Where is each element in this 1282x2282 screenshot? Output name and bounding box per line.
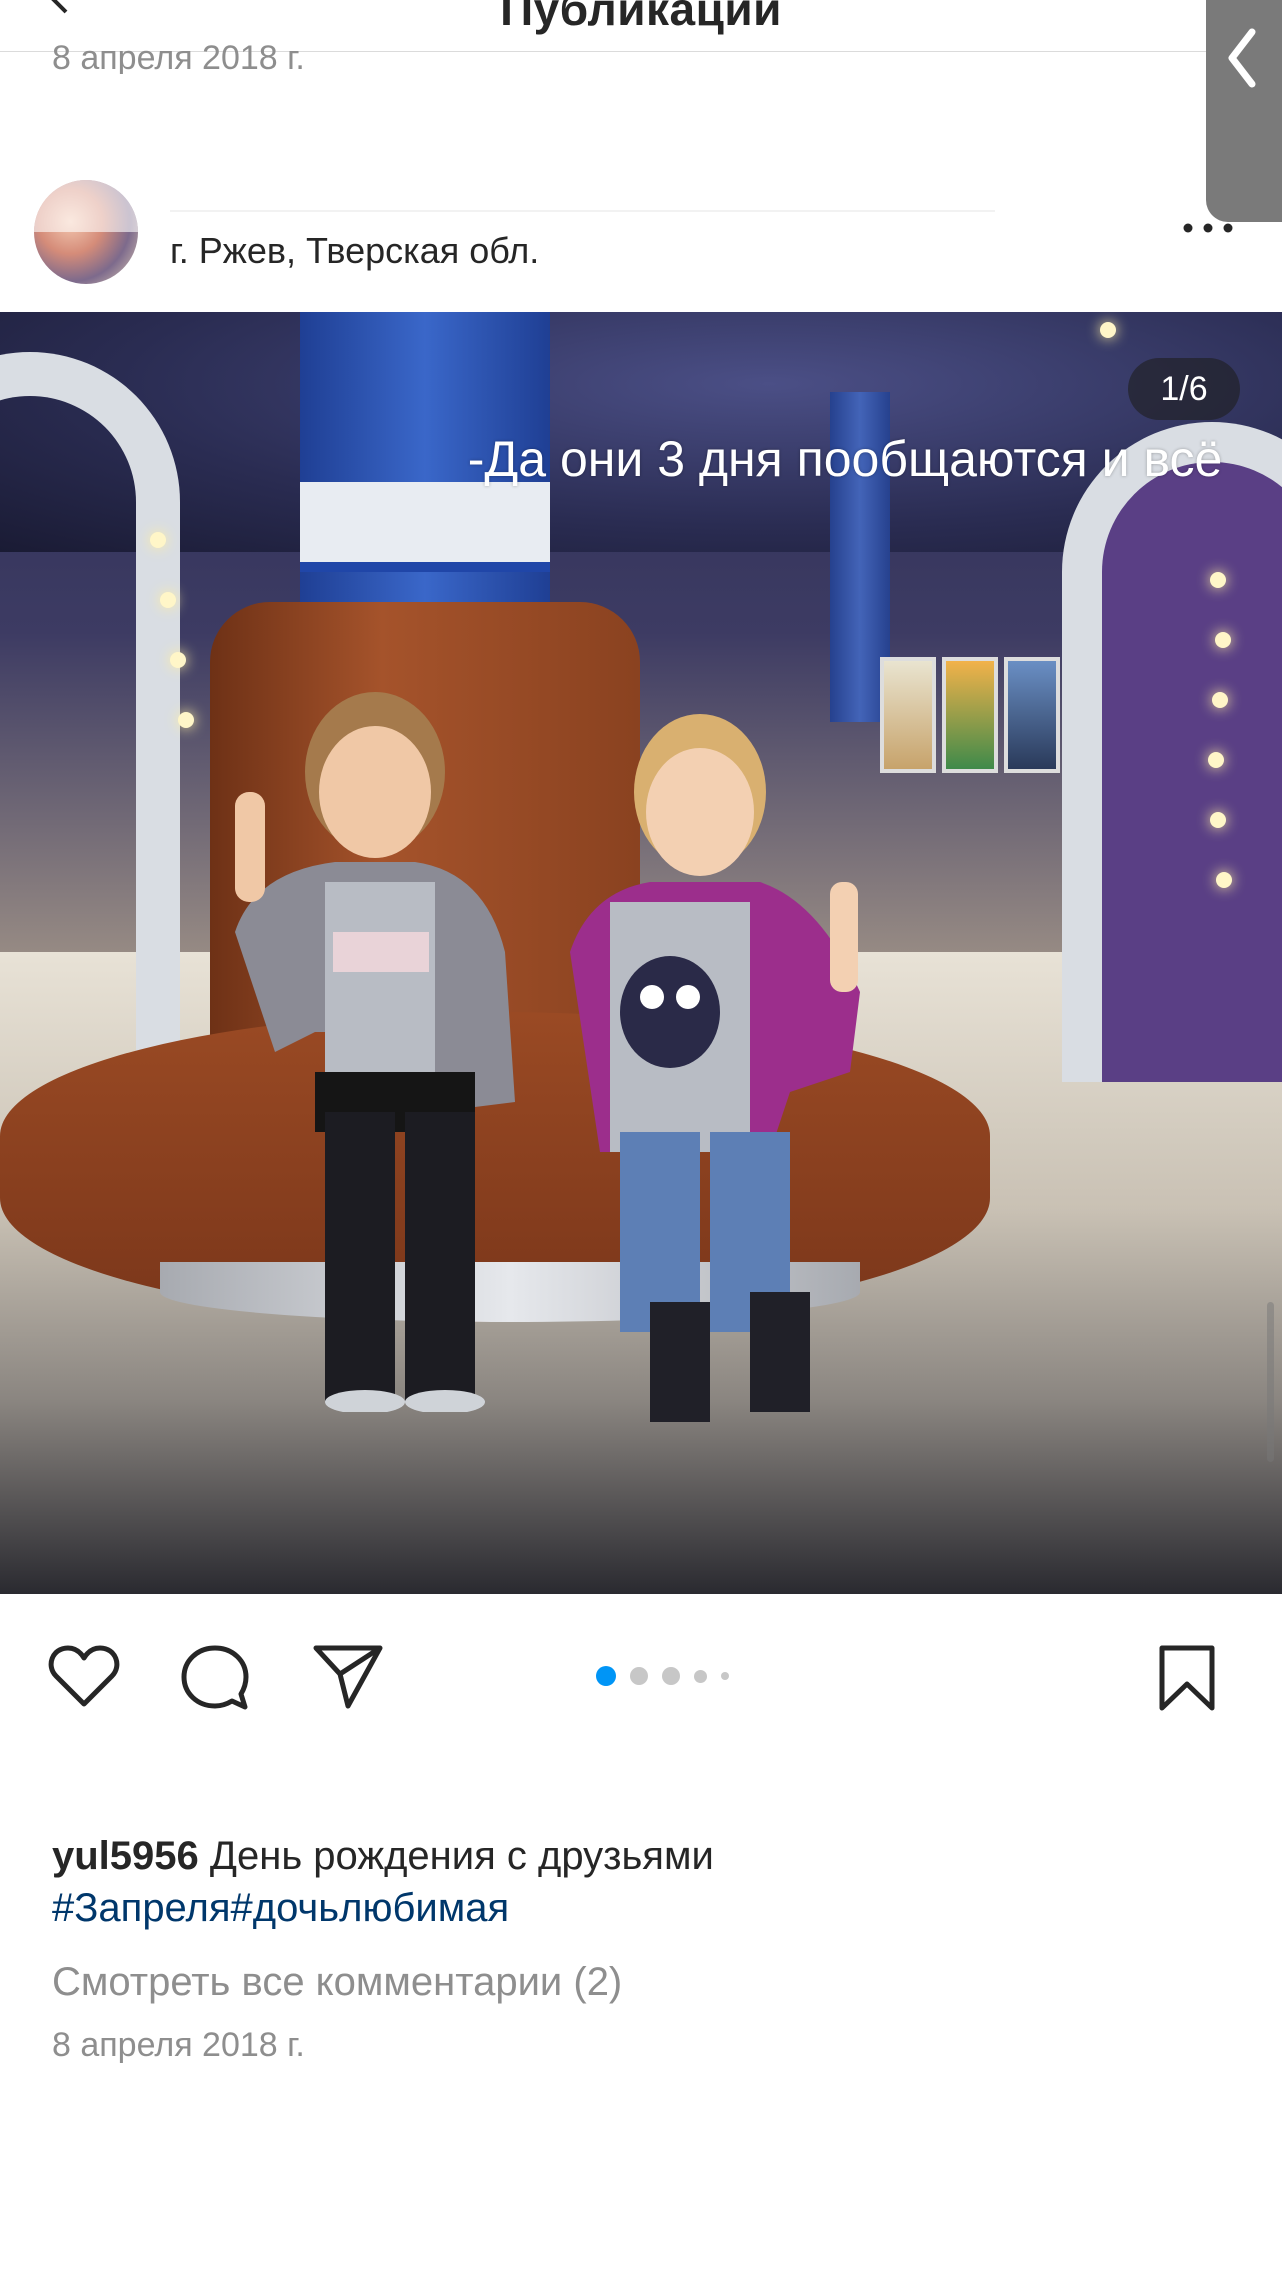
comment-bubble-icon[interactable]: [180, 1644, 250, 1712]
chevron-left-icon: [1228, 28, 1256, 88]
carousel-dot: [630, 1667, 648, 1685]
paper-plane-icon[interactable]: [312, 1644, 384, 1710]
view-comments-link[interactable]: Смотреть все комментарии (2): [52, 1956, 1232, 2008]
post-action-bar: [0, 1594, 1282, 1754]
carousel-dot: [721, 1672, 729, 1680]
avatar[interactable]: [34, 180, 138, 284]
post-date: 8 апреля 2018 г.: [52, 2026, 305, 2064]
overlay-caption: -Да они 3 дня пообщаются и всё: [467, 431, 1223, 487]
post-photo[interactable]: 1/6 -Да они 3 дня пообщаются и всё: [0, 312, 1282, 1594]
caption-username[interactable]: yul5956: [52, 1834, 199, 1878]
previous-post-date: 8 апреля 2018 г.: [52, 39, 305, 74]
carousel-dot-active: [596, 1666, 616, 1686]
redacted-username-area: [170, 150, 995, 212]
image-counter-badge: 1/6: [1128, 358, 1240, 420]
photo-pillar-band: [300, 482, 550, 572]
post-caption-block: yul5956 День рождения с друзьями #Запрел…: [52, 1830, 1232, 2068]
instagram-post-screen: Публикации 8 апреля 2018 г. г. Ржев, Тве…: [0, 0, 1282, 2282]
photo-posters: [880, 657, 1060, 777]
more-options-icon[interactable]: [1178, 218, 1238, 238]
scroll-indicator: [1267, 1302, 1274, 1462]
carousel-dot: [662, 1667, 680, 1685]
page-title: Публикации: [500, 0, 782, 35]
photo-girl-right: [570, 714, 860, 1422]
bookmark-icon[interactable]: [1156, 1644, 1218, 1714]
caption-text: День рождения с друзьями: [209, 1834, 714, 1878]
photo-girl-left: [235, 692, 515, 1412]
caption-hashtags[interactable]: #Запреля#дочьлюбимая: [52, 1882, 1232, 1934]
post-header: г. Ржев, Тверская обл.: [0, 150, 1282, 310]
caption-line: yul5956 День рождения с друзьями: [52, 1830, 1232, 1882]
heart-icon[interactable]: [48, 1644, 120, 1708]
photo-arch-right: [1062, 422, 1282, 1082]
carousel-dots: [596, 1664, 729, 1688]
post-location[interactable]: г. Ржев, Тверская обл.: [170, 230, 539, 272]
photo-arch-left: [0, 352, 180, 1052]
carousel-dot: [694, 1669, 707, 1683]
